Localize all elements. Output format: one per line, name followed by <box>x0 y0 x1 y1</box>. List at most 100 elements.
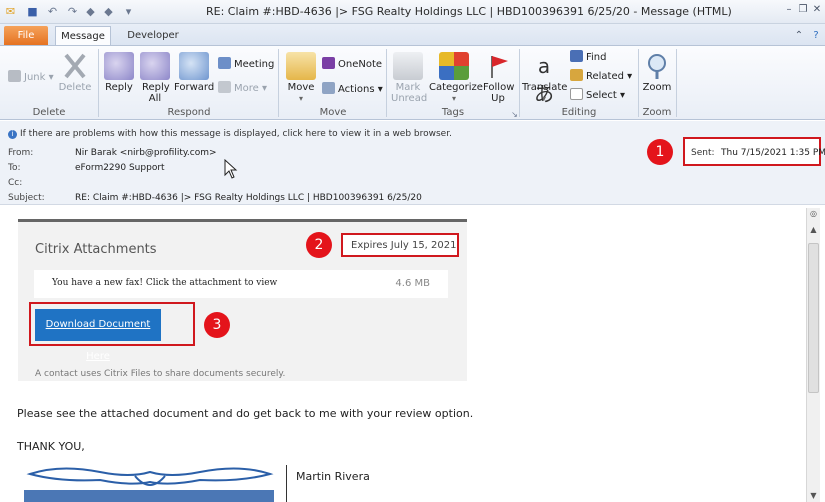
minimize-ribbon-icon[interactable]: ⌃ <box>793 30 805 42</box>
select-button[interactable]: Select ▾ <box>570 88 625 103</box>
mark-unread-icon <box>393 52 423 80</box>
group-separator <box>676 49 677 117</box>
find-label: Find <box>586 52 607 63</box>
group-separator <box>278 49 279 117</box>
save-icon[interactable]: ■ <box>26 5 39 18</box>
related-button[interactable]: Related ▾ <box>570 69 632 84</box>
next-item-icon[interactable]: ◆ <box>102 5 115 18</box>
tab-developer[interactable]: Developer <box>122 26 184 46</box>
expires-highlight-box: Expires July 15, 2021 <box>341 233 459 257</box>
from-label: From: <box>8 148 34 158</box>
actions-label: Actions <box>338 84 375 95</box>
customize-toolbar-icon[interactable]: ▾ <box>122 5 135 18</box>
follow-up-button[interactable]: Follow Up <box>480 52 516 104</box>
close-icon[interactable]: ✕ <box>811 4 823 16</box>
vertical-scrollbar[interactable]: ◎ ▲ ▼ <box>806 208 820 502</box>
junk-icon <box>8 70 21 82</box>
help-icon[interactable]: ? <box>810 30 822 42</box>
junk-label: Junk <box>24 72 46 83</box>
more-icon <box>218 81 231 93</box>
download-document-button[interactable]: Download Document Here <box>35 309 161 362</box>
mark-unread-label: Mark Unread <box>391 82 428 104</box>
translate-button[interactable]: aあ Translate ▾ <box>522 52 568 106</box>
expires-text: Expires July 15, 2021 <box>351 240 457 251</box>
window-title: RE: Claim #:HBD-4636 |> FSG Realty Holdi… <box>206 5 732 18</box>
meeting-button[interactable]: Meeting <box>218 57 274 72</box>
scroll-up-icon[interactable]: ▲ <box>807 224 820 236</box>
mail-icon: ✉ <box>5 5 16 18</box>
find-button[interactable]: Find <box>570 50 607 65</box>
onenote-icon <box>322 57 335 69</box>
minimize-icon[interactable]: – <box>783 4 795 16</box>
translate-label: Translate <box>522 82 568 93</box>
categorize-dropdown-icon: ▾ <box>451 94 456 103</box>
tab-file[interactable]: File <box>4 26 48 46</box>
subject-value: RE: Claim #:HBD-4636 |> FSG Realty Holdi… <box>75 193 422 203</box>
undo-icon[interactable]: ↶ <box>46 5 59 18</box>
ribbon-tab-row: File Message Developer ⌃ ? <box>0 24 825 46</box>
follow-up-label: Follow Up <box>483 82 515 104</box>
redo-icon[interactable]: ↷ <box>66 5 79 18</box>
flag-icon <box>483 52 513 80</box>
related-icon <box>570 69 583 81</box>
reply-icon <box>104 52 134 80</box>
meeting-icon <box>218 57 231 69</box>
onenote-label: OneNote <box>338 59 383 70</box>
sent-label: Sent: <box>691 148 715 158</box>
reply-all-button[interactable]: Reply All <box>138 52 172 104</box>
binoculars-icon <box>570 50 583 62</box>
zoom-label: Zoom <box>642 82 672 93</box>
actions-button[interactable]: Actions ▾ <box>322 82 383 97</box>
reply-all-icon <box>140 52 170 80</box>
related-label: Related <box>586 71 624 82</box>
reply-all-label: Reply All <box>142 82 170 104</box>
scrollbar-thumb[interactable] <box>808 243 819 393</box>
move-button[interactable]: Move ▾ <box>284 52 318 104</box>
reply-button[interactable]: Reply <box>102 52 136 93</box>
scroll-options-icon[interactable]: ◎ <box>807 208 820 220</box>
infobar[interactable]: i If there are problems with how this mes… <box>8 129 452 139</box>
tab-message[interactable]: Message <box>55 26 111 46</box>
fax-attachment-row[interactable]: You have a new fax! Click the attachment… <box>34 270 448 298</box>
onenote-button[interactable]: OneNote <box>322 57 382 72</box>
meeting-label: Meeting <box>234 59 275 70</box>
info-icon: i <box>8 130 17 139</box>
reply-label: Reply <box>105 82 133 93</box>
group-separator <box>98 49 99 117</box>
delete-button[interactable]: Delete <box>58 52 92 93</box>
mark-unread-button[interactable]: Mark Unread <box>388 52 428 104</box>
previous-item-icon[interactable]: ◆ <box>84 5 97 18</box>
group-label-editing: Editing <box>561 107 597 118</box>
select-label: Select <box>586 90 617 101</box>
group-label-tags: Tags <box>441 107 465 118</box>
signature-divider <box>286 465 287 502</box>
citrix-title: Citrix Attachments <box>35 242 157 257</box>
infobar-text: If there are problems with how this mess… <box>20 129 452 139</box>
actions-icon <box>322 82 335 94</box>
delete-label: Delete <box>58 82 92 93</box>
group-separator <box>386 49 387 117</box>
forward-button[interactable]: Forward <box>174 52 214 93</box>
group-separator <box>638 49 639 117</box>
categorize-icon <box>439 52 469 80</box>
thanks-text: THANK YOU, <box>17 440 85 453</box>
group-label-move: Move <box>319 107 347 118</box>
junk-button[interactable]: Junk ▾ <box>8 70 54 85</box>
scroll-down-icon[interactable]: ▼ <box>807 490 820 502</box>
categorize-button[interactable]: Categorize ▾ <box>429 52 483 104</box>
select-cursor-icon <box>570 88 583 100</box>
restore-icon[interactable]: ❐ <box>797 4 809 16</box>
callout-badge-2: 2 <box>306 232 332 258</box>
company-logo <box>20 462 278 502</box>
signature-name: Martin Rivera <box>296 470 370 483</box>
to-value[interactable]: eForm2290 Support <box>75 163 165 173</box>
categorize-label: Categorize <box>429 82 483 93</box>
callout-badge-3: 3 <box>204 312 230 338</box>
translate-icon: aあ <box>534 54 554 106</box>
delete-x-icon <box>60 52 90 80</box>
sent-value: Thu 7/15/2021 1:35 PM <box>721 148 825 158</box>
from-value[interactable]: Nir Barak <nirb@profility.com> <box>75 148 217 158</box>
more-respond-button[interactable]: More ▾ <box>218 81 267 96</box>
zoom-button[interactable]: Zoom <box>640 52 674 93</box>
more-label: More <box>234 83 259 94</box>
